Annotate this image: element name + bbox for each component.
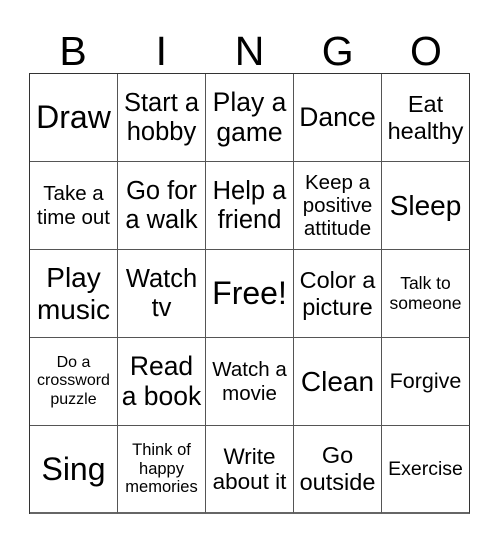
cell-text: Watch tv bbox=[125, 264, 198, 322]
bingo-cell[interactable]: Play a game bbox=[206, 74, 294, 162]
free-space-cell[interactable]: Free! bbox=[206, 250, 294, 338]
cell-text: Start a hobby bbox=[123, 88, 200, 146]
header-letter-b: B bbox=[59, 28, 87, 74]
bingo-grid: Draw Start a hobby Play a game Dance Eat… bbox=[29, 73, 470, 514]
cell-text: Keep a positive attitude bbox=[302, 170, 373, 241]
bingo-cell[interactable]: Take a time out bbox=[30, 162, 118, 250]
bingo-cell[interactable]: Dance bbox=[294, 74, 382, 162]
cell-text: Go outside bbox=[299, 442, 376, 495]
bingo-cell[interactable]: Sleep bbox=[382, 162, 470, 250]
bingo-cell[interactable]: Think of happy memories bbox=[118, 426, 206, 514]
header-letter-g: G bbox=[321, 28, 354, 74]
bingo-cell[interactable]: Clean bbox=[294, 338, 382, 426]
bingo-cell[interactable]: Forgive bbox=[382, 338, 470, 426]
bingo-header: B I N G O bbox=[29, 28, 470, 74]
cell-text: Free! bbox=[212, 275, 287, 312]
bingo-cell[interactable]: Read a book bbox=[118, 338, 206, 426]
bingo-cell[interactable]: Start a hobby bbox=[118, 74, 206, 162]
cell-text: Color a picture bbox=[299, 266, 376, 320]
cell-text: Take a time out bbox=[37, 182, 110, 229]
cell-text: Write about it bbox=[212, 443, 287, 494]
bingo-cell[interactable]: Exercise bbox=[382, 426, 470, 514]
bingo-cell[interactable]: Talk to someone bbox=[382, 250, 470, 338]
cell-text: Watch a movie bbox=[212, 358, 287, 405]
cell-text: Forgive bbox=[389, 369, 462, 394]
bingo-cell[interactable]: Draw bbox=[30, 74, 118, 162]
bingo-cell[interactable]: Play music bbox=[30, 250, 118, 338]
cell-text: Play music bbox=[36, 261, 111, 325]
header-letter-n: N bbox=[234, 28, 265, 74]
header-letter-o: O bbox=[409, 28, 442, 74]
bingo-cell[interactable]: Sing bbox=[30, 426, 118, 514]
bingo-cell[interactable]: Watch a movie bbox=[206, 338, 294, 426]
bingo-cell[interactable]: Color a picture bbox=[294, 250, 382, 338]
bingo-cell[interactable]: Go for a walk bbox=[118, 162, 206, 250]
cell-text: Dance bbox=[299, 101, 376, 132]
cell-text: Draw bbox=[36, 99, 111, 136]
bingo-cell[interactable]: Watch tv bbox=[118, 250, 206, 338]
cell-text: Read a book bbox=[121, 350, 202, 411]
cell-text: Help a friend bbox=[212, 176, 287, 234]
bingo-cell[interactable]: Eat healthy bbox=[382, 74, 470, 162]
cell-text: Go for a walk bbox=[125, 176, 198, 234]
bingo-cell[interactable]: Keep a positive attitude bbox=[294, 162, 382, 250]
cell-text: Do a crossword puzzle bbox=[37, 354, 110, 408]
cell-text: Exercise bbox=[388, 457, 463, 480]
cell-text: Eat healthy bbox=[387, 90, 464, 144]
cell-text: Clean bbox=[300, 365, 375, 397]
bingo-cell[interactable]: Help a friend bbox=[206, 162, 294, 250]
cell-text: Play a game bbox=[212, 86, 287, 147]
cell-text: Talk to someone bbox=[389, 272, 462, 313]
bingo-cell[interactable]: Write about it bbox=[206, 426, 294, 514]
bingo-cell[interactable]: Go outside bbox=[294, 426, 382, 514]
cell-text: Think of happy memories bbox=[125, 441, 198, 497]
cell-text: Sing bbox=[41, 450, 106, 487]
bingo-cell[interactable]: Do a crossword puzzle bbox=[30, 338, 118, 426]
header-letter-i: I bbox=[155, 28, 167, 74]
cell-text: Sleep bbox=[389, 189, 462, 221]
